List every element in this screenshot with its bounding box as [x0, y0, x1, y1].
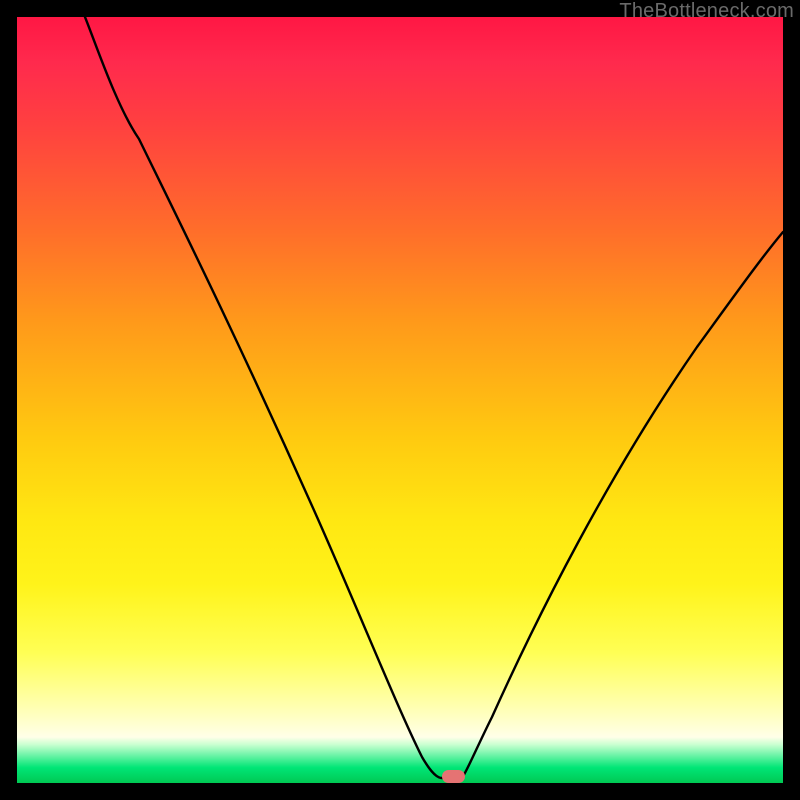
- chart-frame: TheBottleneck.com: [0, 0, 800, 800]
- curve-path: [85, 17, 783, 778]
- plot-area: [17, 17, 783, 783]
- watermark-text: TheBottleneck.com: [619, 0, 794, 23]
- bottleneck-curve: [17, 17, 783, 783]
- optimal-marker: [442, 770, 465, 783]
